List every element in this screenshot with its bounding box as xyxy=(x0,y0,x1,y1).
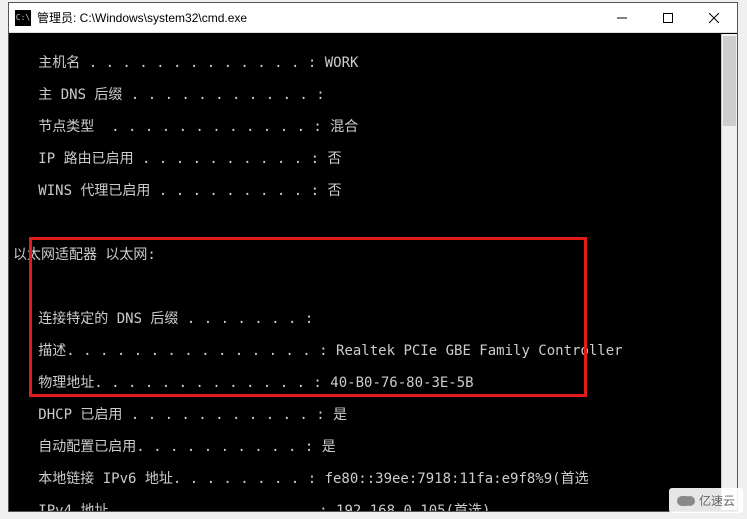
ipv6-address-value: fe80::39ee:7918:11fa:e9f8%9(首选 xyxy=(325,471,589,487)
conn-dns-suffix-label: 连接特定的 DNS 后缀 . . . . . . . : xyxy=(13,311,322,327)
maximize-button[interactable] xyxy=(645,3,691,33)
node-type-value: 混合 xyxy=(330,119,358,135)
description-label: 描述. . . . . . . . . . . . . . . : xyxy=(13,343,336,359)
adapter-header: 以太网适配器 以太网: xyxy=(13,247,737,263)
wins-proxy-value: 否 xyxy=(327,183,341,199)
wins-proxy-label: WINS 代理已启用 . . . . . . . . . : xyxy=(13,183,327,199)
ip-routing-label: IP 路由已启用 . . . . . . . . . . : xyxy=(13,151,327,167)
autoconfig-enabled-label: 自动配置已启用. . . . . . . . . . : xyxy=(13,439,322,455)
description-value: Realtek PCIe GBE Family Controller xyxy=(336,343,623,359)
ipv6-address-label: 本地链接 IPv6 地址. . . . . . . . : xyxy=(13,471,325,487)
physical-address-value: 40-B0-76-80-3E-5B xyxy=(330,375,473,391)
autoconfig-enabled-value: 是 xyxy=(322,439,336,455)
ip-routing-value: 否 xyxy=(327,151,341,167)
ipv4-address-label: IPv4 地址 . . . . . . . . . . . . : xyxy=(13,503,336,511)
window-title: 管理员: C:\Windows\system32\cmd.exe xyxy=(37,9,599,26)
scrollbar-thumb[interactable] xyxy=(723,36,736,126)
node-type-label: 节点类型 . . . . . . . . . . . . : xyxy=(13,119,330,135)
cmd-window: C:\ 管理员: C:\Windows\system32\cmd.exe 主机名… xyxy=(8,2,738,512)
minimize-button[interactable] xyxy=(599,3,645,33)
host-name-label: 主机名 . . . . . . . . . . . . . : xyxy=(13,55,325,71)
dhcp-enabled-value: 是 xyxy=(333,407,347,423)
close-button[interactable] xyxy=(691,3,737,33)
cloud-icon xyxy=(677,495,695,507)
terminal-output[interactable]: 主机名 . . . . . . . . . . . . . : WORK 主 D… xyxy=(9,33,737,511)
cmd-icon: C:\ xyxy=(15,10,31,26)
window-controls xyxy=(599,3,737,32)
primary-dns-suffix-label: 主 DNS 后缀 . . . . . . . . . . . : xyxy=(13,87,333,103)
watermark-text: 亿速云 xyxy=(699,492,735,509)
vertical-scrollbar[interactable] xyxy=(721,34,737,510)
physical-address-label: 物理地址. . . . . . . . . . . . . : xyxy=(13,375,330,391)
ipv4-address-value: 192.168.0.105(首选) xyxy=(336,503,490,511)
titlebar[interactable]: C:\ 管理员: C:\Windows\system32\cmd.exe xyxy=(9,3,737,33)
host-name-value: WORK xyxy=(325,55,359,71)
watermark: 亿速云 xyxy=(669,488,743,513)
dhcp-enabled-label: DHCP 已启用 . . . . . . . . . . . : xyxy=(13,407,333,423)
